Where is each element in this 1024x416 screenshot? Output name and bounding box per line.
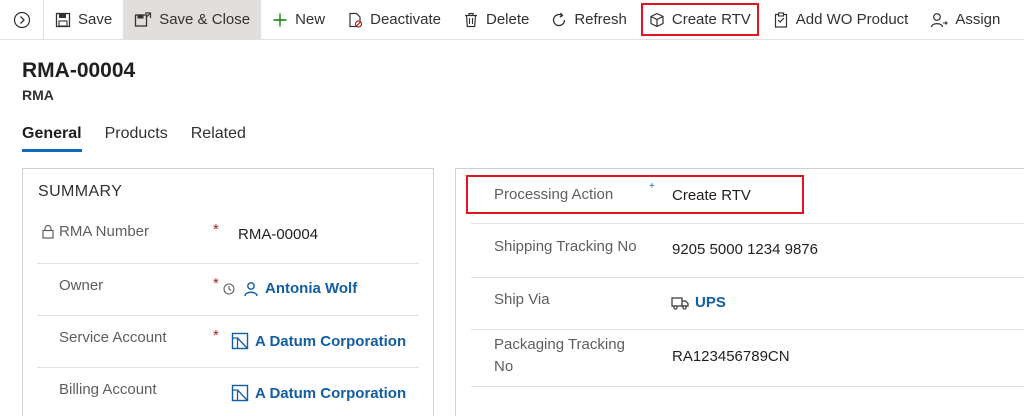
packaging-tracking-label-line2: No [494,358,514,375]
assign-person-icon [931,12,949,27]
expand-button[interactable] [0,0,44,39]
shipping-tracking-text: 9205 5000 1234 9876 [672,241,818,258]
packaging-tracking-value[interactable]: RA123456789CN [672,348,790,365]
field-shipping-tracking-no: Shipping Tracking No 9205 5000 1234 9876 [471,224,1024,278]
save-icon [55,12,71,27]
person-icon [244,281,258,296]
rma-number-text: RMA-00004 [238,226,319,243]
field-owner: Owner * Antonia Wolf [37,264,419,316]
clipboard-icon [774,11,787,28]
truck-icon [671,296,689,310]
create-rtv-label: Create RTV [671,11,751,28]
field-packaging-tracking-no: Packaging Tracking No RA123456789CN [471,330,1024,387]
chevron-right-circle-icon [13,11,30,28]
create-rtv-button[interactable]: Create RTV [638,0,762,39]
ship-via-value[interactable]: UPS [671,294,726,311]
deactivate-icon [349,12,363,28]
new-label: New [295,11,326,28]
save-label: Save [78,11,113,28]
service-account-value[interactable]: A Datum Corporation [231,332,406,350]
ship-via-label: Ship Via [494,291,550,308]
service-account-label: Service Account [59,329,167,346]
tab-related[interactable]: Related [191,125,246,152]
processing-action-highlight [466,175,804,214]
refresh-button[interactable]: Refresh [540,0,638,39]
tab-list: General Products Related [22,125,269,152]
owner-value[interactable]: Antonia Wolf [243,280,357,297]
refresh-label: Refresh [574,11,627,28]
account-icon [231,384,249,402]
shipping-tracking-label: Shipping Tracking No [494,238,637,255]
shipping-tracking-value[interactable]: 9205 5000 1234 9876 [672,241,818,258]
packaging-tracking-label: Packaging Tracking No [494,334,625,378]
packaging-tracking-label-line1: Packaging Tracking [494,336,625,353]
record-entity-name: RMA [22,87,54,103]
tab-products[interactable]: Products [105,125,168,152]
field-ship-via: Ship Via UPS [471,278,1024,330]
service-account-required: * [213,327,219,344]
billing-account-value[interactable]: A Datum Corporation [231,384,406,402]
deactivate-label: Deactivate [370,11,441,28]
field-billing-account: Billing Account A Datum Corporation [37,368,419,416]
deactivate-button[interactable]: Deactivate [336,0,452,39]
rma-number-value: RMA-00004 [238,226,318,243]
new-button[interactable]: New [261,0,336,39]
assign-label: Assign [955,11,1001,28]
save-close-button[interactable]: Save & Close [123,0,262,39]
tab-general[interactable]: General [22,125,82,152]
trash-icon [464,12,477,27]
field-service-account: Service Account * A Datum Corporation [37,316,419,368]
delete-button[interactable]: Delete [452,0,540,39]
save-close-label: Save & Close [159,11,251,28]
service-account-link[interactable]: A Datum Corporation [255,333,406,350]
record-title: RMA-00004 [22,59,136,82]
rma-number-required: * [213,221,219,238]
delete-label: Delete [485,11,530,28]
lock-icon [42,224,54,239]
account-icon [231,332,249,350]
command-bar: Save Save & Close New Deactivate Delete … [0,0,1024,40]
summary-section: SUMMARY RMA Number * RMA-00004 Owner * A… [22,168,434,416]
billing-account-label: Billing Account [59,381,157,398]
plus-icon [273,13,287,26]
save-button[interactable]: Save [44,0,123,39]
summary-title: SUMMARY [38,183,123,200]
owner-required: * [213,275,219,292]
clock-icon [223,283,235,295]
ship-via-link[interactable]: UPS [695,294,726,311]
add-wo-product-label: Add WO Product [795,11,909,28]
save-close-icon [135,11,152,27]
refresh-icon [553,12,566,26]
assign-button[interactable]: Assign [919,0,1011,39]
billing-account-link[interactable]: A Datum Corporation [255,385,406,402]
field-rma-number: RMA Number * RMA-00004 [37,212,419,264]
owner-link[interactable]: Antonia Wolf [265,280,357,297]
package-icon [650,12,664,27]
owner-label: Owner [59,277,104,294]
rma-number-label: RMA Number [59,223,150,240]
add-wo-product-button[interactable]: Add WO Product [762,0,920,39]
packaging-tracking-text: RA123456789CN [672,348,790,365]
